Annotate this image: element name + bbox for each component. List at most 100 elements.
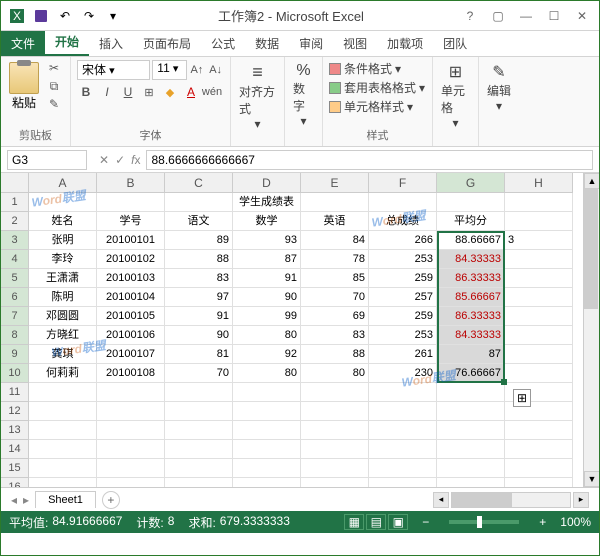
cell-1-F[interactable] bbox=[369, 193, 437, 212]
fill-color-icon[interactable]: ◆ bbox=[161, 83, 179, 101]
cell-4-G[interactable]: 84.33333 bbox=[437, 250, 505, 269]
minimize-icon[interactable]: — bbox=[517, 7, 535, 25]
cell-9-G[interactable]: 87 bbox=[437, 345, 505, 364]
cell-8-A[interactable]: 方晓红 bbox=[29, 326, 97, 345]
cell-11-E[interactable] bbox=[301, 383, 369, 402]
cell-2-H[interactable] bbox=[505, 212, 573, 231]
col-header-F[interactable]: F bbox=[369, 173, 437, 193]
cell-6-G[interactable]: 85.66667 bbox=[437, 288, 505, 307]
cell-7-G[interactable]: 86.33333 bbox=[437, 307, 505, 326]
cell-16-G[interactable] bbox=[437, 478, 505, 487]
cell-5-E[interactable]: 85 bbox=[301, 269, 369, 288]
cancel-formula-icon[interactable]: ✕ bbox=[99, 153, 109, 167]
tab-home[interactable]: 开始 bbox=[45, 29, 89, 56]
cell-12-A[interactable] bbox=[29, 402, 97, 421]
cell-12-C[interactable] bbox=[165, 402, 233, 421]
cell-15-G[interactable] bbox=[437, 459, 505, 478]
font-size-select[interactable]: 11 ▾ bbox=[152, 60, 186, 80]
help-icon[interactable]: ? bbox=[461, 7, 479, 25]
cell-12-G[interactable] bbox=[437, 402, 505, 421]
cell-13-B[interactable] bbox=[97, 421, 165, 440]
row-header-13[interactable]: 13 bbox=[1, 421, 29, 440]
vscroll-thumb[interactable] bbox=[584, 189, 598, 309]
cell-4-E[interactable]: 78 bbox=[301, 250, 369, 269]
zoom-slider[interactable] bbox=[449, 520, 519, 524]
phonetic-icon[interactable]: wén bbox=[203, 83, 221, 101]
view-layout-icon[interactable]: ▤ bbox=[366, 514, 386, 530]
cell-3-H[interactable]: 3 bbox=[505, 231, 573, 250]
cell-10-F[interactable]: 230 bbox=[369, 364, 437, 383]
cell-13-C[interactable] bbox=[165, 421, 233, 440]
row-header-4[interactable]: 4 bbox=[1, 250, 29, 269]
save-icon[interactable] bbox=[31, 6, 51, 26]
col-header-A[interactable]: A bbox=[29, 173, 97, 193]
scroll-up-icon[interactable]: ▲ bbox=[584, 173, 599, 189]
cell-16-E[interactable] bbox=[301, 478, 369, 487]
cell-15-E[interactable] bbox=[301, 459, 369, 478]
tab-team[interactable]: 团队 bbox=[433, 31, 477, 56]
tab-file[interactable]: 文件 bbox=[1, 31, 45, 56]
font-name-select[interactable]: 宋体 ▾ bbox=[77, 60, 150, 80]
cell-4-F[interactable]: 253 bbox=[369, 250, 437, 269]
autofill-options-icon[interactable]: ⊞ bbox=[513, 389, 531, 407]
maximize-icon[interactable]: ☐ bbox=[545, 7, 563, 25]
cell-3-C[interactable]: 89 bbox=[165, 231, 233, 250]
qat-dropdown-icon[interactable]: ▾ bbox=[103, 6, 123, 26]
cell-5-A[interactable]: 王潇潇 bbox=[29, 269, 97, 288]
cell-6-C[interactable]: 97 bbox=[165, 288, 233, 307]
vertical-scrollbar[interactable]: ▲ ▼ bbox=[583, 173, 599, 487]
zoom-in-icon[interactable]: + bbox=[539, 515, 546, 529]
select-all-corner[interactable] bbox=[1, 173, 29, 193]
row-header-2[interactable]: 2 bbox=[1, 212, 29, 231]
row-header-3[interactable]: 3 bbox=[1, 231, 29, 250]
cell-10-G[interactable]: 76.66667 bbox=[437, 364, 505, 383]
conditional-format-button[interactable]: 条件格式 ▾ bbox=[329, 60, 426, 77]
row-header-11[interactable]: 11 bbox=[1, 383, 29, 402]
cut-icon[interactable]: ✂ bbox=[45, 60, 63, 76]
cell-4-H[interactable] bbox=[505, 250, 573, 269]
cell-5-F[interactable]: 259 bbox=[369, 269, 437, 288]
cell-1-H[interactable] bbox=[505, 193, 573, 212]
cell-12-F[interactable] bbox=[369, 402, 437, 421]
underline-icon[interactable]: U bbox=[119, 83, 137, 101]
editing-button[interactable]: ✎ 编辑▾ bbox=[485, 60, 513, 115]
scroll-right-icon[interactable]: ▸ bbox=[573, 492, 589, 508]
cell-10-E[interactable]: 80 bbox=[301, 364, 369, 383]
cell-12-E[interactable] bbox=[301, 402, 369, 421]
cell-15-D[interactable] bbox=[233, 459, 301, 478]
sheet-nav-prev-icon[interactable]: ◂ bbox=[11, 493, 17, 507]
increase-font-icon[interactable]: A↑ bbox=[189, 61, 206, 79]
italic-icon[interactable]: I bbox=[98, 83, 116, 101]
row-header-1[interactable]: 1 bbox=[1, 193, 29, 212]
cell-10-B[interactable]: 20100108 bbox=[97, 364, 165, 383]
close-icon[interactable]: ✕ bbox=[573, 7, 591, 25]
cell-9-A[interactable]: 龚琪 bbox=[29, 345, 97, 364]
cell-14-D[interactable] bbox=[233, 440, 301, 459]
cell-8-H[interactable] bbox=[505, 326, 573, 345]
cell-4-C[interactable]: 88 bbox=[165, 250, 233, 269]
cell-7-A[interactable]: 邓圆圆 bbox=[29, 307, 97, 326]
font-color-icon[interactable]: A bbox=[182, 83, 200, 101]
cell-16-H[interactable] bbox=[505, 478, 573, 487]
paste-button[interactable]: 粘贴 bbox=[7, 60, 41, 113]
horizontal-scrollbar[interactable]: ◂ ▸ bbox=[126, 492, 589, 508]
cell-2-A[interactable]: 姓名 bbox=[29, 212, 97, 231]
cell-16-F[interactable] bbox=[369, 478, 437, 487]
scroll-left-icon[interactable]: ◂ bbox=[433, 492, 449, 508]
cell-9-B[interactable]: 20100107 bbox=[97, 345, 165, 364]
tab-review[interactable]: 审阅 bbox=[289, 31, 333, 56]
cell-3-G[interactable]: 88.66667 bbox=[437, 231, 505, 250]
cell-16-C[interactable] bbox=[165, 478, 233, 487]
cell-2-F[interactable]: 总成绩 bbox=[369, 212, 437, 231]
cells-button[interactable]: ⊞ 单元格▾ bbox=[439, 60, 472, 132]
cell-2-G[interactable]: 平均分 bbox=[437, 212, 505, 231]
row-header-6[interactable]: 6 bbox=[1, 288, 29, 307]
cell-1-A[interactable] bbox=[29, 193, 97, 212]
cell-10-D[interactable]: 80 bbox=[233, 364, 301, 383]
zoom-out-icon[interactable]: − bbox=[422, 515, 429, 529]
cell-11-D[interactable] bbox=[233, 383, 301, 402]
col-header-H[interactable]: H bbox=[505, 173, 573, 193]
cell-14-A[interactable] bbox=[29, 440, 97, 459]
row-header-15[interactable]: 15 bbox=[1, 459, 29, 478]
cell-4-B[interactable]: 20100102 bbox=[97, 250, 165, 269]
